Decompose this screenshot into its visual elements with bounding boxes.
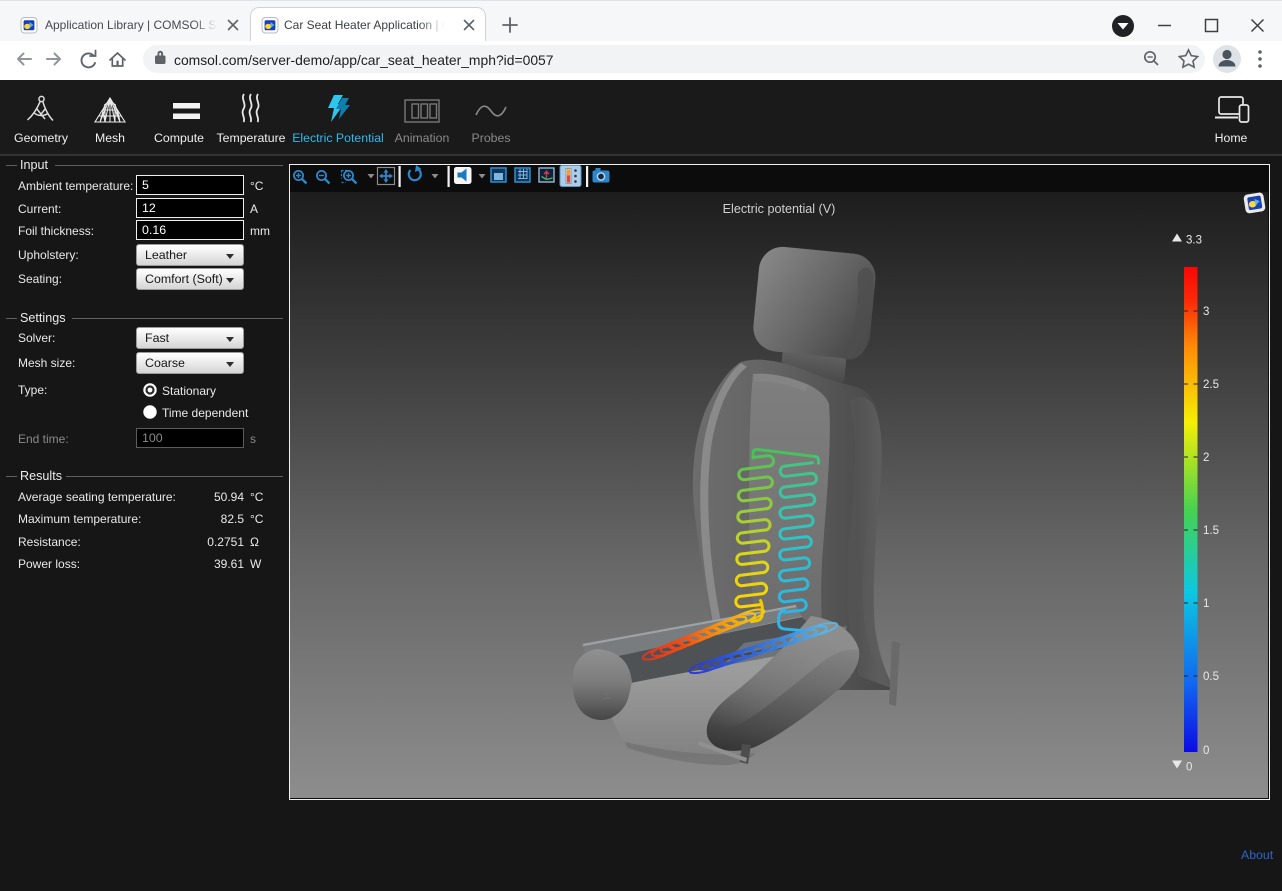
svg-text:Electric potential (V): Electric potential (V) (723, 202, 836, 216)
svg-text:0: 0 (1203, 745, 1209, 757)
svg-text:1: 1 (1203, 598, 1209, 610)
svg-text:3.3: 3.3 (1186, 235, 1202, 247)
svg-text:1.5: 1.5 (1203, 525, 1219, 537)
svg-text:2: 2 (1203, 452, 1209, 464)
svg-text:2.5: 2.5 (1203, 379, 1219, 391)
svg-text:0.5: 0.5 (1203, 671, 1219, 683)
svg-text:0: 0 (1186, 762, 1192, 774)
svg-text:3: 3 (1203, 306, 1209, 318)
